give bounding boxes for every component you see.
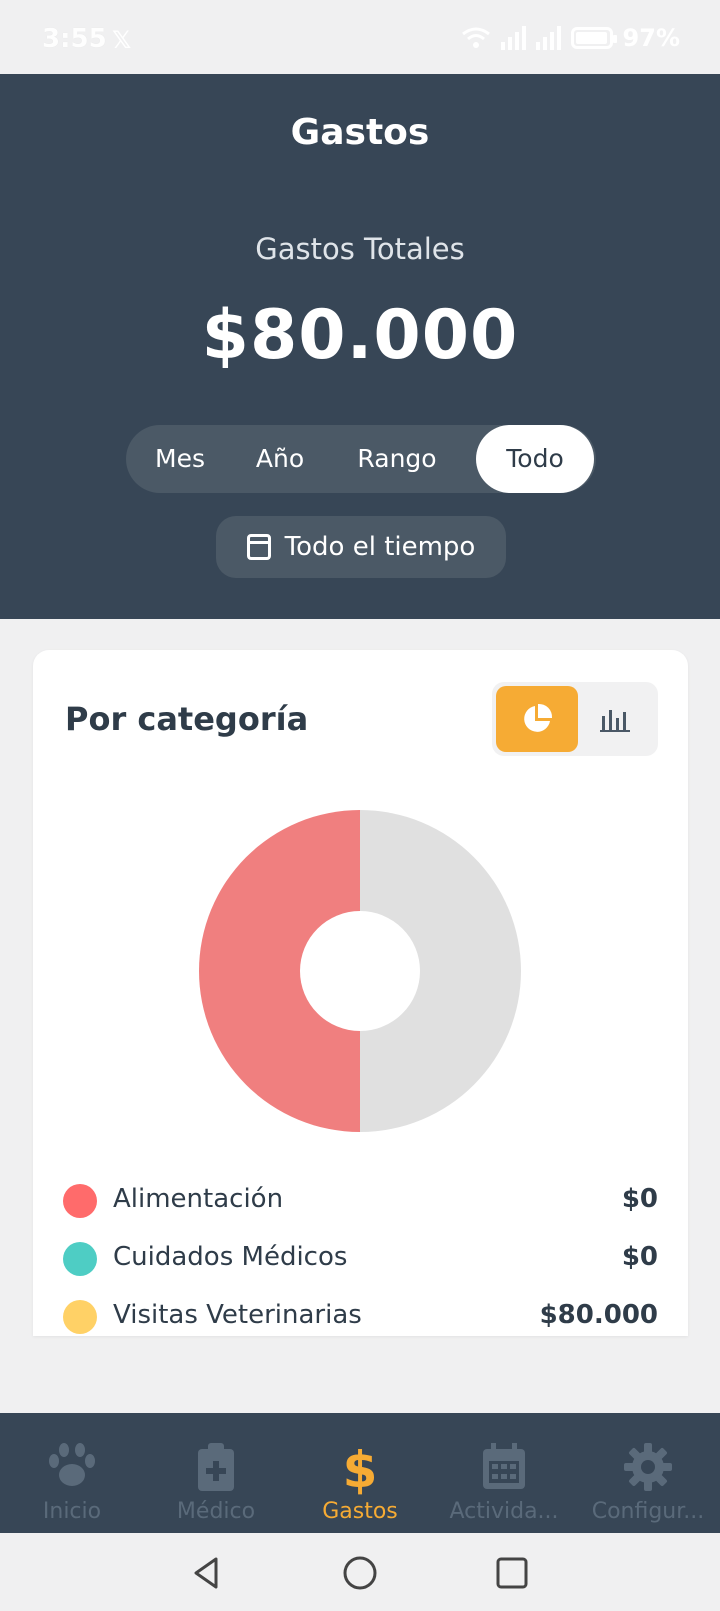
calendar-icon bbox=[483, 1443, 525, 1489]
bottom-tab-bar: Inicio Médico $ Gastos Activida... Confi… bbox=[0, 1413, 720, 1533]
system-nav-bar bbox=[0, 1533, 720, 1611]
back-icon[interactable] bbox=[186, 1553, 226, 1593]
chart-view-toggle bbox=[492, 682, 658, 756]
category-donut-chart bbox=[199, 810, 521, 1132]
pie-chart-icon bbox=[524, 703, 553, 732]
x-app-icon: 𝕏 bbox=[112, 26, 132, 54]
home-icon[interactable] bbox=[340, 1553, 380, 1593]
category-legend: Alimentación $0 Cuidados Médicos $0 Visi… bbox=[63, 1172, 658, 1336]
page-title: Gastos bbox=[290, 112, 430, 153]
dollar-icon: $ bbox=[343, 1443, 377, 1495]
legend-row: Visitas Veterinarias $80.000 bbox=[63, 1288, 658, 1336]
total-label: Gastos Totales bbox=[255, 232, 465, 266]
legend-row: Cuidados Médicos $0 bbox=[63, 1230, 658, 1288]
tab-label: Inicio bbox=[42, 1499, 102, 1524]
svg-text:$: $ bbox=[343, 1443, 377, 1495]
status-time: 3:55 bbox=[42, 24, 107, 54]
legend-label: Cuidados Médicos bbox=[113, 1242, 348, 1272]
legend-value: $0 bbox=[621, 1242, 658, 1272]
legend-row: Alimentación $0 bbox=[63, 1172, 658, 1230]
battery-level: 97% bbox=[622, 24, 680, 52]
signal-icon bbox=[500, 26, 526, 50]
tab-gastos[interactable]: $ Gastos bbox=[288, 1413, 432, 1533]
bar-view-button[interactable] bbox=[574, 686, 656, 752]
legend-value: $80.000 bbox=[539, 1300, 658, 1330]
period-all[interactable]: Todo bbox=[476, 425, 594, 493]
period-month[interactable]: Mes bbox=[130, 425, 230, 493]
legend-dot bbox=[63, 1184, 97, 1218]
wifi-icon bbox=[461, 27, 490, 48]
tab-label: Médico bbox=[176, 1499, 256, 1524]
tab-label: Configur... bbox=[591, 1499, 705, 1524]
calendar-icon bbox=[246, 534, 271, 560]
legend-dot bbox=[63, 1242, 97, 1276]
tab-inicio[interactable]: Inicio bbox=[0, 1413, 144, 1533]
tab-actividades[interactable]: Activida... bbox=[432, 1413, 576, 1533]
paw-icon bbox=[49, 1443, 95, 1486]
period-range[interactable]: Rango bbox=[330, 425, 464, 493]
card-title: Por categoría bbox=[65, 700, 309, 738]
battery-icon bbox=[570, 27, 617, 49]
recents-icon[interactable] bbox=[492, 1553, 532, 1593]
gear-icon bbox=[624, 1443, 672, 1491]
date-range-button[interactable]: Todo el tiempo bbox=[216, 516, 506, 578]
tab-label: Activida... bbox=[449, 1499, 559, 1524]
period-selector: Mes Año Rango Todo bbox=[126, 425, 596, 493]
category-card: Por categoría Alimentación $0 Cuidados M… bbox=[33, 650, 688, 1336]
legend-label: Alimentación bbox=[113, 1184, 284, 1214]
medical-clipboard-icon bbox=[198, 1443, 234, 1491]
date-range-label: Todo el tiempo bbox=[284, 532, 476, 562]
signal-icon-2 bbox=[535, 26, 561, 50]
pie-view-button[interactable] bbox=[496, 686, 578, 752]
legend-value: $0 bbox=[621, 1184, 658, 1214]
legend-dot bbox=[63, 1300, 97, 1334]
status-bar: 3:55 𝕏 97% bbox=[0, 0, 720, 74]
tab-label: Gastos bbox=[322, 1499, 398, 1524]
donut-hole bbox=[300, 911, 420, 1031]
expenses-header: Gastos Gastos Totales $80.000 Mes Año Ra… bbox=[0, 74, 720, 619]
legend-label: Visitas Veterinarias bbox=[113, 1300, 362, 1330]
tab-configuracion[interactable]: Configur... bbox=[576, 1413, 720, 1533]
tab-medico[interactable]: Médico bbox=[144, 1413, 288, 1533]
bar-chart-icon bbox=[600, 710, 630, 732]
status-icons: 97% bbox=[461, 24, 680, 52]
period-year[interactable]: Año bbox=[230, 425, 330, 493]
total-amount: $80.000 bbox=[201, 296, 519, 375]
